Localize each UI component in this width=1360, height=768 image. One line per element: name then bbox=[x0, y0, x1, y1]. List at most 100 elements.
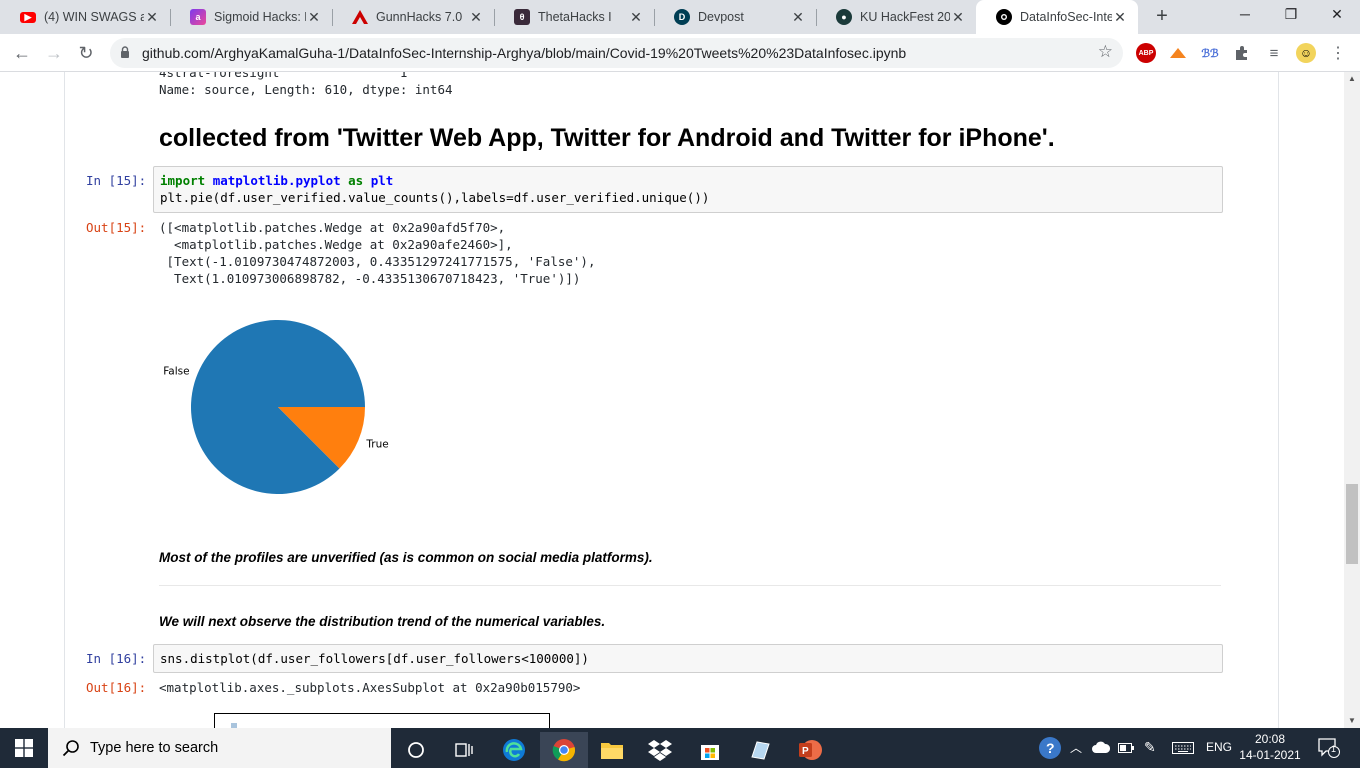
tray-overflow-chevron-icon[interactable]: ︿ bbox=[1070, 739, 1082, 756]
taskbar-search-box[interactable]: Type here to search bbox=[48, 728, 391, 768]
page-scrollbar[interactable]: ▲ ▼ bbox=[1344, 72, 1360, 728]
thetahacks-icon: θ bbox=[514, 9, 530, 25]
extension-orange-icon[interactable] bbox=[1168, 43, 1188, 63]
close-icon[interactable]: ✕ bbox=[790, 9, 806, 25]
extensions-puzzle-icon[interactable] bbox=[1232, 43, 1252, 63]
code-line: sns.distplot(df.user_followers[df.user_f… bbox=[160, 651, 589, 666]
pen-icon[interactable]: ✎ bbox=[1144, 739, 1156, 756]
search-icon bbox=[62, 740, 79, 757]
browser-toolbar: ← → ↻ github.com/ArghyaKamalGuha-1/DataI… bbox=[0, 34, 1360, 72]
devfolio-icon: a bbox=[190, 9, 206, 25]
output-prompt: Out[15]: bbox=[86, 220, 147, 235]
windows-logo-icon bbox=[15, 739, 33, 757]
clock[interactable]: 20:08 14-01-2021 bbox=[1238, 731, 1302, 763]
divider bbox=[159, 585, 1221, 586]
close-icon[interactable]: ✕ bbox=[468, 9, 484, 25]
restore-button[interactable]: ❐ bbox=[1268, 0, 1314, 30]
markdown-text: Most of the profiles are unverified (as … bbox=[159, 550, 653, 565]
previous-output-line: Name: source, Length: 610, dtype: int64 bbox=[159, 82, 453, 97]
powerpoint-icon[interactable]: P bbox=[786, 732, 834, 768]
pie-chart: False True bbox=[163, 320, 389, 494]
lock-icon bbox=[121, 46, 129, 58]
tab-github-active[interactable]: DataInfoSec-Intern ✕ bbox=[976, 0, 1138, 34]
output-line: <matplotlib.axes._subplots.AxesSubplot a… bbox=[159, 680, 581, 695]
dropbox-icon[interactable] bbox=[636, 732, 684, 768]
notification-center-icon[interactable]: 1 bbox=[1318, 738, 1340, 761]
code-cell-16[interactable]: sns.distplot(df.user_followers[df.user_f… bbox=[153, 644, 1223, 673]
onedrive-icon[interactable] bbox=[1092, 741, 1111, 756]
tab-youtube[interactable]: ▶ (4) WIN SWAGS an ✕ bbox=[0, 0, 170, 34]
tab-title: Sigmoid Hacks: Pr bbox=[214, 10, 306, 24]
chrome-icon[interactable] bbox=[540, 732, 588, 768]
notification-count: 1 bbox=[1331, 744, 1337, 754]
address-bar[interactable]: github.com/ArghyaKamalGuha-1/DataInfoSec… bbox=[110, 38, 1123, 68]
forward-button[interactable]: → bbox=[40, 39, 68, 67]
pie-label-false: False bbox=[163, 365, 189, 377]
svg-text:?: ? bbox=[1046, 740, 1055, 756]
markdown-text: We will next observe the distribution tr… bbox=[159, 614, 606, 629]
pie-label-true: True bbox=[365, 439, 388, 451]
store-icon[interactable] bbox=[686, 732, 734, 768]
close-icon[interactable]: ✕ bbox=[1112, 9, 1128, 25]
cortana-icon[interactable] bbox=[392, 732, 440, 768]
start-button[interactable] bbox=[0, 728, 48, 768]
code-module: plt bbox=[370, 173, 394, 188]
tab-gunnhacks[interactable]: GunnHacks 7.0 ✕ bbox=[332, 0, 494, 34]
edge-icon[interactable] bbox=[490, 732, 538, 768]
tab-kuhackfest[interactable]: ● KU HackFest 2021 ✕ bbox=[816, 0, 976, 34]
tab-title: Devpost bbox=[698, 10, 744, 24]
help-icon[interactable]: ? bbox=[1038, 736, 1062, 763]
scroll-down-arrow-icon[interactable]: ▼ bbox=[1344, 714, 1360, 728]
minimize-button[interactable]: ─ bbox=[1222, 0, 1268, 30]
tab-title: (4) WIN SWAGS an bbox=[44, 10, 144, 24]
code-line: plt.pie(df.user_verified.value_counts(),… bbox=[160, 190, 710, 205]
output-line: ([<matplotlib.patches.Wedge at 0x2a90afd… bbox=[159, 220, 506, 235]
tab-title: KU HackFest 2021 bbox=[860, 10, 950, 24]
scroll-up-arrow-icon[interactable]: ▲ bbox=[1344, 72, 1360, 86]
tab-title: DataInfoSec-Intern bbox=[1020, 10, 1112, 24]
markdown-heading: collected from 'Twitter Web App, Twitter… bbox=[159, 124, 1055, 152]
profile-avatar[interactable]: ☺ bbox=[1296, 43, 1316, 63]
extension-blue-icon[interactable]: ℬℬ bbox=[1200, 43, 1220, 63]
clock-date: 14-01-2021 bbox=[1239, 748, 1301, 762]
app-icon[interactable] bbox=[736, 732, 784, 768]
output-line: Text(1.010973006898782, -0.4335130670718… bbox=[159, 271, 581, 286]
new-tab-button[interactable]: + bbox=[1150, 5, 1174, 29]
adblock-icon[interactable]: ABP bbox=[1136, 43, 1156, 63]
scroll-thumb[interactable] bbox=[1346, 484, 1358, 564]
keyboard-icon[interactable] bbox=[1172, 742, 1194, 757]
close-window-button[interactable]: ✕ bbox=[1314, 0, 1360, 30]
kuhackfest-icon: ● bbox=[836, 9, 852, 25]
input-prompt: In [16]: bbox=[86, 651, 147, 666]
clock-time: 20:08 bbox=[1254, 732, 1286, 746]
language-indicator[interactable]: ENG bbox=[1206, 740, 1232, 754]
bookmark-star-icon[interactable]: ☆ bbox=[1098, 42, 1113, 62]
github-notebook-page: 4stral-foresight 1 Name: source, Length:… bbox=[0, 72, 1344, 728]
output-prompt: Out[16]: bbox=[86, 680, 147, 695]
output-line: <matplotlib.patches.Wedge at 0x2a90afe24… bbox=[159, 237, 513, 252]
tab-strip: ▶ (4) WIN SWAGS an ✕ a Sigmoid Hacks: Pr… bbox=[0, 0, 1360, 34]
tab-title: ThetaHacks I bbox=[538, 10, 612, 24]
file-explorer-icon[interactable] bbox=[588, 732, 636, 768]
tab-sigmoid[interactable]: a Sigmoid Hacks: Pr ✕ bbox=[170, 0, 332, 34]
close-icon[interactable]: ✕ bbox=[950, 9, 966, 25]
url-text: github.com/ArghyaKamalGuha-1/DataInfoSec… bbox=[142, 45, 907, 61]
github-icon bbox=[996, 9, 1012, 25]
task-view-icon[interactable] bbox=[440, 732, 488, 768]
close-icon[interactable]: ✕ bbox=[306, 9, 322, 25]
back-button[interactable]: ← bbox=[8, 39, 36, 67]
menu-dots-icon[interactable]: ⋮ bbox=[1328, 43, 1348, 63]
search-placeholder: Type here to search bbox=[90, 740, 219, 756]
input-prompt: In [15]: bbox=[86, 173, 147, 188]
distplot-figure-frame bbox=[214, 713, 550, 728]
tab-thetahacks[interactable]: θ ThetaHacks I ✕ bbox=[494, 0, 654, 34]
reload-button[interactable]: ↻ bbox=[72, 39, 100, 67]
close-icon[interactable]: ✕ bbox=[628, 9, 644, 25]
code-keyword: import bbox=[160, 173, 206, 188]
battery-icon[interactable] bbox=[1118, 742, 1134, 756]
tab-devpost[interactable]: D Devpost ✕ bbox=[654, 0, 816, 34]
reading-list-icon[interactable]: ≡ bbox=[1264, 43, 1284, 63]
code-cell-15[interactable]: import matplotlib.pyplot as plt plt.pie(… bbox=[153, 166, 1223, 213]
close-icon[interactable]: ✕ bbox=[144, 9, 160, 25]
output-line: [Text(-1.0109730474872003, 0.43351297241… bbox=[159, 254, 596, 269]
